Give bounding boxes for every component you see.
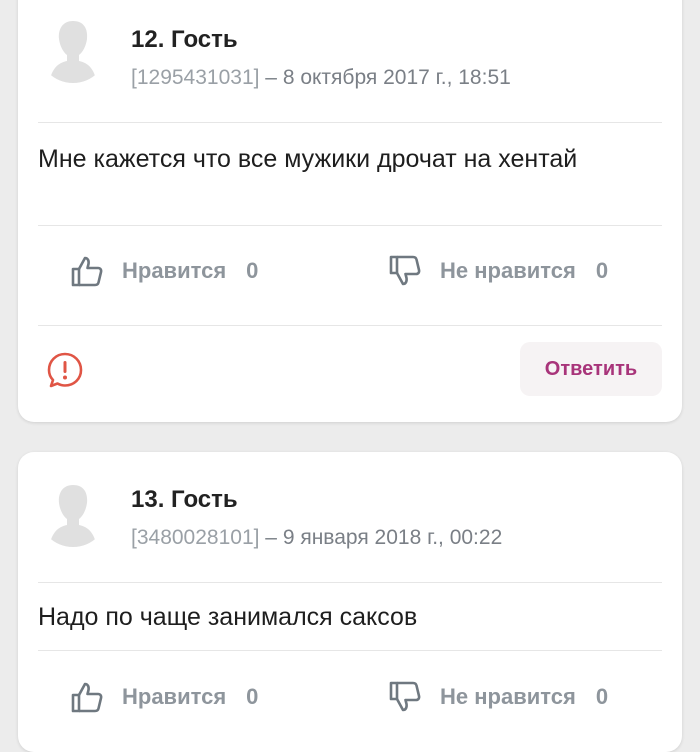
thumbs-down-icon xyxy=(389,255,421,286)
divider xyxy=(38,325,662,326)
dislike-count: 0 xyxy=(595,684,609,709)
comment-text: Надо по чаще занимался саксов xyxy=(38,603,418,631)
comment-id: [1295431031] xyxy=(131,66,260,89)
dislike-button[interactable]: Не нравится 0 xyxy=(388,254,608,288)
user-silhouette-icon xyxy=(49,485,97,547)
avatar xyxy=(38,13,108,83)
divider xyxy=(38,225,662,226)
avatar xyxy=(38,477,108,547)
thumbs-up-icon xyxy=(71,256,103,287)
thumbs-up-icon xyxy=(71,682,103,713)
reply-button[interactable]: Ответить xyxy=(520,342,662,396)
comment-id: [3480028101] xyxy=(131,526,260,549)
comment-card: 12. Гость [1295431031] – 8 октября 2017 … xyxy=(18,0,682,422)
comment-meta: [1295431031] – 8 октября 2017 г., 18:51 xyxy=(131,66,511,90)
dislike-label: Не нравится xyxy=(440,258,576,283)
comment-author: 13. Гость xyxy=(131,486,238,513)
like-label: Нравится xyxy=(122,258,227,283)
comment-meta: [3480028101] – 9 января 2018 г., 00:22 xyxy=(131,526,502,550)
thumbs-down-icon xyxy=(389,681,421,712)
dislike-count: 0 xyxy=(595,258,609,283)
comment-date: – 8 октября 2017 г., 18:51 xyxy=(259,66,511,89)
like-button[interactable]: Нравится 0 xyxy=(70,254,258,288)
like-button[interactable]: Нравится 0 xyxy=(70,680,258,714)
dislike-button[interactable]: Не нравится 0 xyxy=(388,680,608,714)
divider xyxy=(38,650,662,651)
comment-date: – 9 января 2018 г., 00:22 xyxy=(259,526,503,549)
report-button[interactable] xyxy=(46,351,84,389)
like-count: 0 xyxy=(246,258,259,283)
divider xyxy=(38,122,662,123)
dislike-label: Не нравится xyxy=(440,684,576,709)
alert-bubble-icon xyxy=(47,352,83,388)
comment-card: 13. Гость [3480028101] – 9 января 2018 г… xyxy=(18,452,682,752)
divider xyxy=(38,582,662,583)
comment-author: 12. Гость xyxy=(131,26,238,53)
comment-text: Мне кажется что все мужики дрочат на хен… xyxy=(38,145,578,173)
like-label: Нравится xyxy=(122,684,227,709)
like-count: 0 xyxy=(246,684,259,709)
user-silhouette-icon xyxy=(49,21,97,83)
